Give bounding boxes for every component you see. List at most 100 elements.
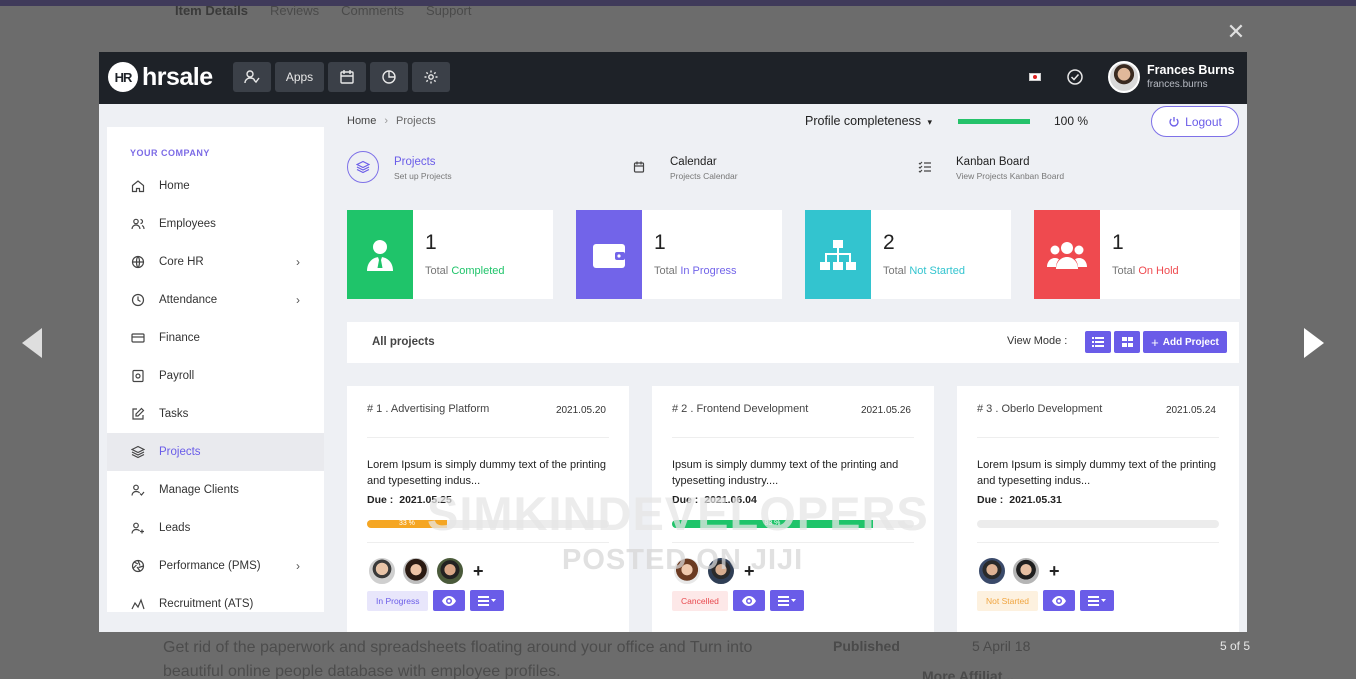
menu-dropdown-button[interactable] <box>470 590 505 611</box>
language-flag-icon[interactable] <box>1029 73 1041 81</box>
view-button[interactable] <box>732 590 765 611</box>
project-actions: Not Started <box>977 590 1114 611</box>
user-check-button[interactable] <box>233 62 271 92</box>
list-view-button[interactable] <box>1085 331 1111 353</box>
project-date: 2021.05.24 <box>1165 405 1216 416</box>
bg-tab-item-details[interactable]: Item Details <box>175 3 248 18</box>
logout-label: Logout <box>1185 114 1222 129</box>
sidebar-item-tasks[interactable]: Tasks <box>107 395 324 433</box>
settings-button[interactable] <box>412 62 450 92</box>
breadcrumb-separator: › <box>384 115 389 127</box>
project-title[interactable]: # 2 . Frontend Development <box>672 403 808 415</box>
avatar[interactable] <box>367 556 397 586</box>
sidebar-item-leads[interactable]: Leads <box>107 509 324 547</box>
aperture-icon <box>130 558 146 574</box>
close-icon[interactable]: ✕ <box>1226 21 1246 43</box>
checklist-icon <box>909 151 941 183</box>
next-arrow-icon[interactable] <box>1304 328 1324 358</box>
sidebar-item-recruitment[interactable]: Recruitment (ATS) <box>107 585 324 612</box>
bg-tab-reviews[interactable]: Reviews <box>270 3 319 18</box>
add-project-button[interactable]: + Add Project <box>1143 331 1227 353</box>
background-more-affiliate: More Affiliat... <box>922 668 1015 679</box>
view-button[interactable] <box>1043 590 1075 611</box>
divider <box>672 437 914 438</box>
logo[interactable]: HR hrsale <box>108 62 213 92</box>
stat-value: 1 <box>1112 231 1124 254</box>
previous-arrow-icon[interactable] <box>22 328 42 358</box>
profile-progress-bar <box>958 119 1030 124</box>
team-avatars: + <box>367 556 484 586</box>
watermark-line-2: POSTED ON JIJI <box>562 544 804 576</box>
profile-progress-fill <box>958 119 1030 124</box>
avatar[interactable] <box>435 556 465 586</box>
user-tie-icon <box>367 239 393 271</box>
grid-view-button[interactable] <box>1114 331 1140 353</box>
stat-value: 2 <box>883 231 895 254</box>
stat-card-not-started[interactable]: 2 Total Not Started <box>805 210 1011 299</box>
stat-card-completed[interactable]: 1 Total Completed <box>347 210 553 299</box>
project-progress-bar <box>977 520 1219 528</box>
avatar[interactable] <box>977 556 1007 586</box>
stat-prefix: Total <box>425 265 449 277</box>
bg-tab-comments[interactable]: Comments <box>341 3 404 18</box>
breadcrumb-current: Projects <box>396 115 436 127</box>
subnav-title: Kanban Board <box>956 156 1030 168</box>
user-check-icon <box>244 70 260 84</box>
stat-label: Total Completed <box>425 265 505 277</box>
pie-chart-button[interactable] <box>370 62 408 92</box>
card-icon <box>130 330 146 346</box>
breadcrumb-home[interactable]: Home <box>347 115 376 127</box>
avatar[interactable] <box>1108 61 1140 93</box>
project-actions: In Progress <box>367 590 505 611</box>
menu-dropdown-button[interactable] <box>769 590 804 611</box>
project-card[interactable]: # 3 . Oberlo Development 2021.05.24 Lore… <box>957 386 1239 632</box>
sidebar-item-manage-clients[interactable]: Manage Clients <box>107 471 324 509</box>
user-name[interactable]: Frances Burns <box>1147 63 1235 77</box>
add-member-icon[interactable]: + <box>1049 561 1060 582</box>
menu-dropdown-icon <box>478 595 497 606</box>
team-avatars: + <box>977 556 1060 586</box>
sitemap-icon <box>820 239 856 270</box>
logout-button[interactable]: Logout <box>1151 106 1239 137</box>
check-circle-icon[interactable] <box>1066 68 1084 86</box>
status-badge: Cancelled <box>672 590 728 611</box>
calendar-button[interactable] <box>328 62 366 92</box>
breadcrumb: Home › Projects <box>347 115 436 127</box>
due-label: Due : <box>977 494 1004 506</box>
sidebar-item-attendance[interactable]: Attendance › <box>107 281 324 319</box>
view-mode-label: View Mode : <box>1007 335 1068 347</box>
add-member-icon[interactable]: + <box>473 561 484 582</box>
sidebar-item-finance[interactable]: Finance <box>107 319 324 357</box>
subnav-kanban[interactable]: Kanban Board View Projects Kanban Board <box>909 151 1064 183</box>
avatar[interactable] <box>1011 556 1041 586</box>
sidebar-item-core-hr[interactable]: Core HR › <box>107 243 324 281</box>
user-login: frances.burns <box>1147 79 1208 90</box>
stat-icon-box <box>805 210 871 299</box>
profile-completeness-dropdown[interactable]: Profile completeness ▾ <box>805 114 932 128</box>
subnav-projects[interactable]: Projects Set up Projects <box>347 151 452 183</box>
sidebar-item-performance[interactable]: Performance (PMS) › <box>107 547 324 585</box>
project-title[interactable]: # 3 . Oberlo Development <box>977 403 1102 415</box>
apps-button[interactable]: Apps <box>275 62 324 92</box>
background-description: Get rid of the paperwork and spreadsheet… <box>163 639 753 679</box>
subnav-calendar[interactable]: Calendar Projects Calendar <box>623 151 738 183</box>
sidebar-item-payroll[interactable]: Payroll <box>107 357 324 395</box>
sidebar-item-projects[interactable]: Projects <box>107 433 324 471</box>
sidebar-item-home[interactable]: Home <box>107 167 324 205</box>
view-button[interactable] <box>433 590 466 611</box>
avatar[interactable] <box>401 556 431 586</box>
bg-tab-support[interactable]: Support <box>426 3 472 18</box>
stat-value: 1 <box>425 231 437 254</box>
subnav-subtitle: Projects Calendar <box>670 171 738 181</box>
menu-dropdown-button[interactable] <box>1080 590 1114 611</box>
sidebar: YOUR COMPANY Home Employees Core HR › At… <box>107 127 324 612</box>
sidebar-item-label: Manage Clients <box>159 484 239 496</box>
stat-prefix: Total <box>654 265 678 277</box>
project-title[interactable]: # 1 . Advertising Platform <box>367 403 489 415</box>
sidebar-item-employees[interactable]: Employees <box>107 205 324 243</box>
background-published-label: Published <box>833 638 900 654</box>
sidebar-item-label: Finance <box>159 332 200 344</box>
stat-card-in-progress[interactable]: 1 Total In Progress <box>576 210 782 299</box>
sidebar-heading: YOUR COMPANY <box>130 148 210 158</box>
stat-card-on-hold[interactable]: 1 Total On Hold <box>1034 210 1240 299</box>
